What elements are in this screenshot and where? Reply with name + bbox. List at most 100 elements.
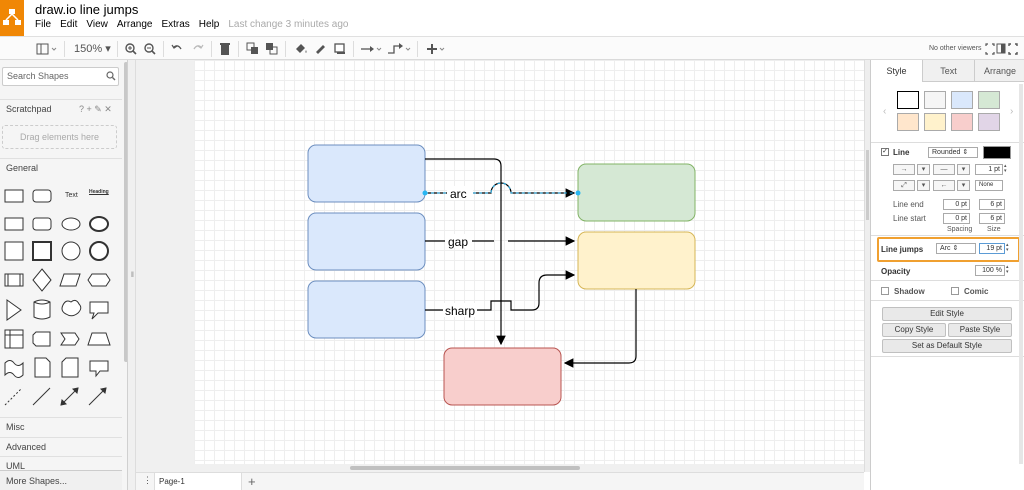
- opacity-stepper[interactable]: ▴ ▾: [1006, 265, 1014, 276]
- line-style-select[interactable]: Rounded ⇕: [928, 147, 978, 158]
- style-swatch[interactable]: [978, 113, 1000, 131]
- blue-box-bottom[interactable]: [307, 280, 426, 339]
- fullscreen-icon[interactable]: [1008, 41, 1018, 57]
- comic-checkbox[interactable]: [951, 287, 959, 295]
- line-start-spacing-field[interactable]: 0 pt: [943, 213, 970, 224]
- zoom-out-icon[interactable]: [143, 41, 157, 57]
- misc-section-header[interactable]: Misc: [0, 417, 122, 435]
- panel-scrollbar[interactable]: [1019, 84, 1023, 464]
- line-start-marker-button[interactable]: ←: [933, 180, 955, 191]
- line-end-size-field[interactable]: 6 pt: [979, 199, 1005, 210]
- line-pattern-dropdown-icon[interactable]: ▾: [917, 164, 930, 175]
- style-swatch[interactable]: [924, 91, 946, 109]
- connection-style-icon[interactable]: [360, 41, 384, 57]
- menu-help[interactable]: Help: [199, 19, 220, 30]
- scratchpad-dropzone[interactable]: Drag elements here: [2, 125, 117, 149]
- pages-menu-icon[interactable]: ⋮: [143, 475, 152, 486]
- edge-label-arc[interactable]: arc: [450, 187, 467, 201]
- shadow-checkbox[interactable]: [881, 287, 889, 295]
- line-end-marker-select[interactable]: None: [975, 180, 1003, 191]
- last-change-status[interactable]: Last change 3 minutes ago: [228, 19, 348, 30]
- search-icon[interactable]: [106, 71, 116, 84]
- style-swatch[interactable]: [951, 113, 973, 131]
- add-page-button[interactable]: +: [248, 473, 256, 490]
- style-swatch[interactable]: [897, 91, 919, 109]
- line-dash-dropdown-icon[interactable]: ▾: [957, 164, 970, 175]
- line-width-field[interactable]: 1 pt: [975, 164, 1003, 175]
- waypoint-dropdown-icon[interactable]: ▾: [917, 180, 930, 191]
- green-box[interactable]: [577, 163, 696, 222]
- waypoint-style-button[interactable]: ⤢: [893, 180, 915, 191]
- line-dash-button[interactable]: —: [933, 164, 955, 175]
- more-shapes-button[interactable]: More Shapes...: [0, 470, 122, 490]
- advanced-section-header[interactable]: Advanced: [0, 437, 122, 455]
- menu-edit[interactable]: Edit: [60, 19, 77, 30]
- copy-style-button[interactable]: Copy Style: [882, 323, 946, 337]
- menu-extras[interactable]: Extras: [161, 19, 189, 30]
- v-scroll-thumb[interactable]: [866, 150, 869, 220]
- fit-icon[interactable]: [985, 41, 995, 57]
- line-pattern-button[interactable]: →: [893, 164, 915, 175]
- style-swatch[interactable]: [897, 113, 919, 131]
- edit-style-button[interactable]: Edit Style: [882, 307, 1012, 321]
- delete-icon[interactable]: [219, 41, 231, 57]
- line-color-icon[interactable]: [313, 41, 327, 57]
- red-box[interactable]: [443, 347, 562, 406]
- tab-arrange[interactable]: Arrange: [974, 60, 1024, 82]
- canvas-h-scrollbar[interactable]: [350, 466, 580, 470]
- tab-text[interactable]: Text: [922, 60, 974, 82]
- line-width-stepper[interactable]: ▴ ▾: [1004, 164, 1012, 175]
- search-shapes-input[interactable]: Search Shapes: [2, 67, 119, 86]
- fill-color-icon[interactable]: [294, 41, 308, 57]
- menu-arrange[interactable]: Arrange: [117, 19, 153, 30]
- line-color-swatch[interactable]: [983, 146, 1011, 159]
- paste-style-button[interactable]: Paste Style: [948, 323, 1012, 337]
- yellow-box[interactable]: [577, 231, 696, 290]
- tab-style[interactable]: Style: [871, 60, 922, 82]
- menu-file[interactable]: File: [35, 19, 51, 30]
- blue-box-top[interactable]: [307, 144, 426, 203]
- general-shapes-grid[interactable]: [0, 180, 122, 415]
- to-front-icon[interactable]: [246, 41, 260, 57]
- line-jumps-style-select[interactable]: Arc ⇕: [936, 243, 976, 254]
- redo-icon[interactable]: [192, 41, 204, 57]
- text-shape[interactable]: Text: [65, 192, 78, 199]
- panel-splitter[interactable]: [864, 60, 870, 472]
- insert-icon[interactable]: [425, 41, 447, 57]
- uml-section-header[interactable]: UML: [0, 456, 122, 471]
- shadow-icon[interactable]: [333, 41, 347, 57]
- edge-label-gap[interactable]: gap: [448, 235, 468, 249]
- style-swatch[interactable]: [924, 113, 946, 131]
- edge-label-sharp[interactable]: sharp: [445, 304, 475, 318]
- to-back-icon[interactable]: [265, 41, 279, 57]
- line-jumps-size-stepper[interactable]: ▴ ▾: [1006, 243, 1014, 254]
- scratchpad-actions[interactable]: ? + ✎ ✕: [79, 100, 112, 118]
- set-default-style-button[interactable]: Set as Default Style: [882, 339, 1012, 353]
- swatch-prev-icon[interactable]: ‹: [883, 106, 886, 117]
- general-section-header[interactable]: General: [0, 158, 122, 176]
- format-panel-icon[interactable]: [36, 41, 58, 57]
- edge-arc-handle-start[interactable]: [422, 190, 428, 196]
- drawio-logo[interactable]: [0, 0, 24, 36]
- line-end-spacing-field[interactable]: 0 pt: [943, 199, 970, 210]
- document-title[interactable]: draw.io line jumps: [35, 2, 138, 17]
- edge-yellow-to-red[interactable]: [563, 289, 637, 368]
- swatch-next-icon[interactable]: ›: [1010, 106, 1013, 117]
- scratchpad-header[interactable]: Scratchpad ? + ✎ ✕: [0, 99, 122, 117]
- diagram-svg[interactable]: [194, 60, 864, 464]
- waypoints-icon[interactable]: [387, 41, 413, 57]
- diagram-page[interactable]: arc gap sharp: [194, 60, 864, 464]
- menu-view[interactable]: View: [86, 19, 108, 30]
- opacity-field[interactable]: 100 %: [975, 265, 1005, 276]
- edge-arc-handle-end[interactable]: [575, 190, 581, 196]
- page-tab-1[interactable]: Page-1: [154, 473, 242, 490]
- line-checkbox[interactable]: ✓: [881, 148, 889, 156]
- zoom-in-icon[interactable]: [124, 41, 138, 57]
- style-swatch[interactable]: [978, 91, 1000, 109]
- line-jumps-size-field[interactable]: 19 pt: [979, 243, 1005, 254]
- undo-icon[interactable]: [171, 41, 183, 57]
- panel-toggle-icon[interactable]: [996, 41, 1006, 57]
- heading-shape[interactable]: Heading: [89, 189, 109, 195]
- diagram-canvas[interactable]: arc gap sharp: [136, 60, 870, 472]
- line-start-size-field[interactable]: 6 pt: [979, 213, 1005, 224]
